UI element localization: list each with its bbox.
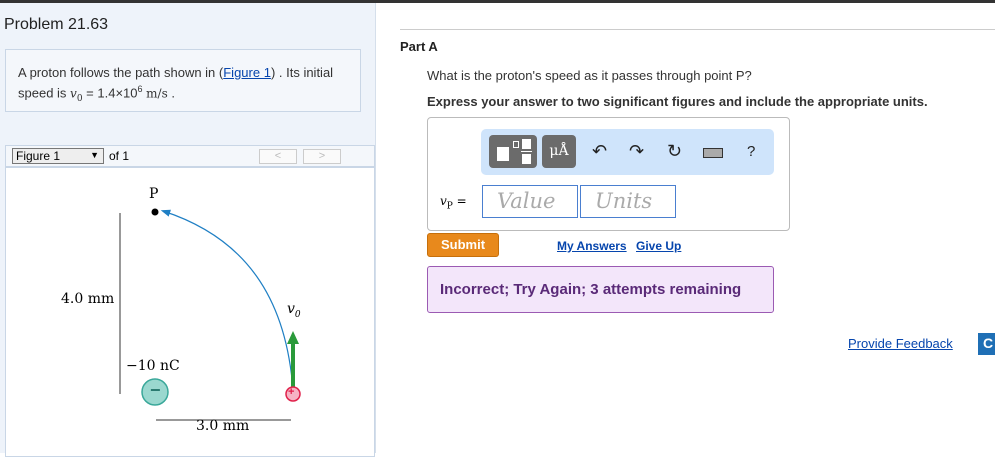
var: v	[440, 194, 447, 208]
plus-sign: +	[288, 386, 295, 398]
math-toolbar: μÅ ↶ ↷ ↻ ?	[481, 129, 774, 175]
equals: =	[456, 194, 467, 208]
figure-select-value: Figure 1	[16, 149, 61, 163]
point-p	[151, 208, 159, 216]
help-button[interactable]: ?	[747, 143, 755, 160]
point-p-label: P	[149, 186, 159, 202]
my-answers-link[interactable]: My Answers	[557, 239, 627, 253]
divider	[400, 29, 995, 30]
redo-icon[interactable]: ↷	[629, 141, 644, 162]
keyboard-icon[interactable]	[703, 148, 723, 158]
sub: 0	[294, 309, 301, 320]
dropdown-arrow-icon: ▼	[90, 150, 99, 160]
text: .	[167, 85, 175, 101]
velocity-label: v0	[287, 301, 301, 320]
undo-icon[interactable]: ↶	[592, 141, 607, 162]
problem-title: Problem 21.63	[4, 16, 109, 33]
problem-statement: A proton follows the path shown in (Figu…	[5, 49, 361, 112]
sub: P	[446, 201, 453, 212]
height-label: 4.0 mm	[61, 291, 115, 307]
submit-button[interactable]: Submit	[427, 233, 499, 257]
figure-count: of 1	[109, 149, 130, 163]
minus-sign: −	[150, 380, 161, 400]
reset-icon[interactable]: ↻	[667, 141, 682, 162]
figure-panel: P 4.0 mm −10 nC 3.0 mm v0 − +	[5, 167, 375, 457]
figure-diagram	[119, 208, 301, 421]
templates-button[interactable]	[489, 135, 537, 168]
prev-figure-button[interactable]: <	[259, 149, 297, 164]
figure-select[interactable]: Figure 1 ▼	[12, 148, 104, 164]
figure-nav-bar: Figure 1 ▼ of 1 < >	[5, 145, 375, 167]
v: v	[287, 301, 295, 317]
proton-path	[160, 209, 294, 391]
charge-label: −10 nC	[126, 358, 180, 374]
text: = 1.4×10	[82, 85, 138, 101]
feedback-message: Incorrect; Try Again; 3 attempts remaini…	[427, 266, 774, 313]
units-input[interactable]: Units	[580, 185, 676, 218]
give-up-link[interactable]: Give Up	[636, 239, 681, 253]
answer-label: vP =	[440, 194, 467, 211]
units: m/s	[146, 86, 168, 101]
instruction: Express your answer to two significant f…	[427, 94, 928, 109]
text: A proton follows the path shown in (	[18, 65, 224, 80]
var: v	[70, 86, 77, 101]
provide-feedback-link[interactable]: Provide Feedback	[848, 336, 953, 351]
exp: 6	[137, 84, 143, 94]
width-label: 3.0 mm	[196, 418, 250, 434]
next-figure-button[interactable]: >	[303, 149, 341, 164]
continue-button[interactable]: C	[978, 333, 995, 355]
part-label: Part A	[400, 39, 438, 54]
question: What is the proton's speed as it passes …	[427, 68, 752, 83]
units-button[interactable]: μÅ	[542, 135, 576, 168]
figure-link[interactable]: Figure 1	[223, 65, 271, 80]
value-input[interactable]: Value	[482, 185, 578, 218]
